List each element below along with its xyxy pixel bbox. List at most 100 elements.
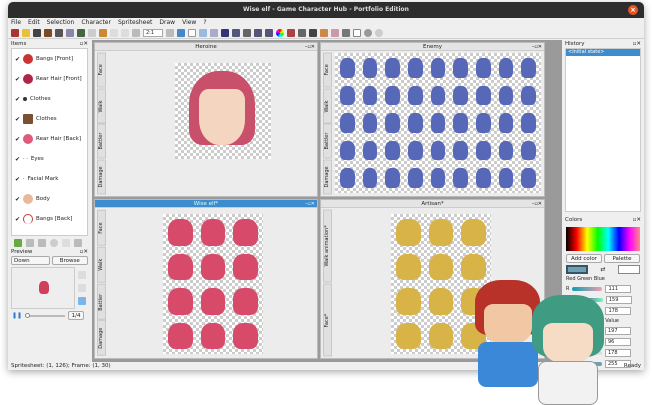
fill-icon[interactable] xyxy=(287,28,295,37)
picker-icon[interactable] xyxy=(342,28,350,37)
frame-spinbox[interactable]: 1/4 xyxy=(68,311,85,320)
back-icon[interactable] xyxy=(110,28,118,37)
pause-icon[interactable]: ❚❚ xyxy=(12,312,22,319)
g-input[interactable]: 159 xyxy=(605,296,632,304)
brush-icon[interactable] xyxy=(320,28,328,37)
list-item[interactable]: ✔ Rear Hair [Front] xyxy=(12,69,87,89)
checkbox[interactable]: ✔ xyxy=(15,116,20,123)
window-controls[interactable]: –▫✕ xyxy=(305,200,315,208)
new-character-icon[interactable] xyxy=(11,28,19,37)
list-item[interactable]: ✔ · · Eyes xyxy=(12,149,87,169)
open-icon[interactable] xyxy=(22,28,30,37)
export-icon[interactable] xyxy=(66,28,74,37)
list-item[interactable]: ✔ Clothes xyxy=(12,109,87,129)
checkbox[interactable]: ✔ xyxy=(15,216,20,223)
list-item[interactable]: ✔ Clothes xyxy=(12,89,87,109)
tab-walk[interactable]: Walk xyxy=(97,88,106,123)
menu-help[interactable]: ? xyxy=(203,18,206,27)
panel-controls[interactable]: ▫✕ xyxy=(80,248,88,256)
forward-icon[interactable] xyxy=(121,28,129,37)
list-item[interactable]: ✔ Rear Hair [Back] xyxy=(12,129,87,149)
color-wheel-icon[interactable] xyxy=(276,28,284,37)
list-item[interactable]: ✔ Bangs [Back] xyxy=(12,209,87,229)
checkbox[interactable]: ✔ xyxy=(15,196,20,203)
color-palette[interactable] xyxy=(566,227,640,251)
list-item[interactable]: ✔ Body xyxy=(12,189,87,209)
grid-icon[interactable] xyxy=(177,28,185,37)
remove-icon[interactable] xyxy=(50,239,58,247)
checkbox[interactable]: ✔ xyxy=(15,136,20,143)
select-icon[interactable] xyxy=(199,28,207,37)
checkbox[interactable]: ✔ xyxy=(15,76,20,83)
menu-spritesheet[interactable]: Spritesheet xyxy=(118,18,152,27)
copy-icon[interactable] xyxy=(88,28,96,37)
flip-v-icon[interactable] xyxy=(265,28,273,37)
elf-spritesheet[interactable] xyxy=(163,214,263,354)
subwindow-enemy[interactable]: Enemy –▫✕ Face Walk Battler Damage xyxy=(320,42,545,197)
tab-damage[interactable]: Damage xyxy=(97,159,106,194)
line-icon[interactable] xyxy=(221,28,229,37)
duplicate-icon[interactable] xyxy=(62,239,70,247)
subwindow-heroine[interactable]: Heroine –▫✕ Face Walk Battler Damage xyxy=(94,42,318,197)
ellipse-icon[interactable] xyxy=(364,28,372,37)
ellipse-fill-icon[interactable] xyxy=(375,28,383,37)
window-controls[interactable]: –▫✕ xyxy=(532,200,542,208)
palette-dropdown[interactable]: Palette xyxy=(604,254,640,263)
b-input[interactable]: 178 xyxy=(605,307,632,315)
r-slider[interactable] xyxy=(572,287,603,291)
zoom-out-icon[interactable] xyxy=(78,284,86,292)
history-item[interactable]: <Initial state> xyxy=(566,49,640,56)
window-controls[interactable]: –▫✕ xyxy=(532,43,542,51)
zoom-icon[interactable] xyxy=(132,28,140,37)
direction-select[interactable]: Down xyxy=(11,256,50,265)
menu-draw[interactable]: Draw xyxy=(159,18,175,27)
checkbox[interactable]: ✔ xyxy=(15,176,20,183)
frame-slider[interactable] xyxy=(25,312,66,318)
browse-button[interactable]: Browse xyxy=(51,256,88,265)
panel-controls[interactable]: ▫✕ xyxy=(633,40,641,48)
menu-file[interactable]: File xyxy=(11,18,21,27)
tab-battler[interactable]: Battler xyxy=(323,124,332,159)
swap-colors-icon[interactable]: ⇄ xyxy=(590,266,616,273)
close-button[interactable]: × xyxy=(628,5,638,15)
s-input[interactable]: 96 xyxy=(605,338,631,346)
spritesheet-2-icon[interactable] xyxy=(44,28,52,37)
tab-battler[interactable]: Battler xyxy=(97,124,106,159)
r-input[interactable]: 111 xyxy=(605,285,632,293)
spritesheet-icon[interactable] xyxy=(33,28,41,37)
secondary-color-swatch[interactable] xyxy=(618,265,640,274)
checkbox[interactable]: ✔ xyxy=(15,56,20,63)
tab-face[interactable]: Face xyxy=(97,53,106,88)
properties-icon[interactable] xyxy=(74,239,82,247)
face-canvas[interactable] xyxy=(175,63,271,159)
down-icon[interactable] xyxy=(38,239,46,247)
rectangle-icon[interactable] xyxy=(353,28,361,37)
panel-controls[interactable]: ▫✕ xyxy=(633,216,641,224)
menu-selection[interactable]: Selection xyxy=(47,18,75,27)
tab-walk[interactable]: Walk xyxy=(323,88,332,123)
tab-face[interactable]: Face xyxy=(323,53,332,88)
flip-icon[interactable] xyxy=(254,28,262,37)
menu-view[interactable]: View xyxy=(182,18,196,27)
import-icon[interactable] xyxy=(77,28,85,37)
pencil-icon[interactable] xyxy=(309,28,317,37)
enemy-spritesheet[interactable] xyxy=(335,53,541,193)
list-item[interactable]: ✔ · Facial Mark xyxy=(12,169,87,189)
tab-damage[interactable]: Damage xyxy=(323,159,332,194)
window-controls[interactable]: –▫✕ xyxy=(305,43,315,51)
pointer-icon[interactable] xyxy=(188,28,196,37)
zoom-in-icon[interactable] xyxy=(166,28,174,37)
checkbox[interactable]: ✔ xyxy=(15,156,20,163)
tab-face[interactable]: Face xyxy=(97,210,106,246)
tab-walk[interactable]: Walk xyxy=(97,246,106,283)
zoom-in-icon[interactable] xyxy=(78,271,86,279)
tab-walk-animation[interactable]: Walk animation* xyxy=(323,210,332,283)
move-icon[interactable] xyxy=(232,28,240,37)
primary-color-swatch[interactable] xyxy=(566,265,588,274)
h-input[interactable]: 197 xyxy=(605,327,631,335)
menu-character[interactable]: Character xyxy=(81,18,111,27)
eraser-icon[interactable] xyxy=(331,28,339,37)
people-icon[interactable] xyxy=(99,28,107,37)
fit-icon[interactable] xyxy=(78,297,86,305)
tab-damage[interactable]: Damage xyxy=(97,320,106,356)
